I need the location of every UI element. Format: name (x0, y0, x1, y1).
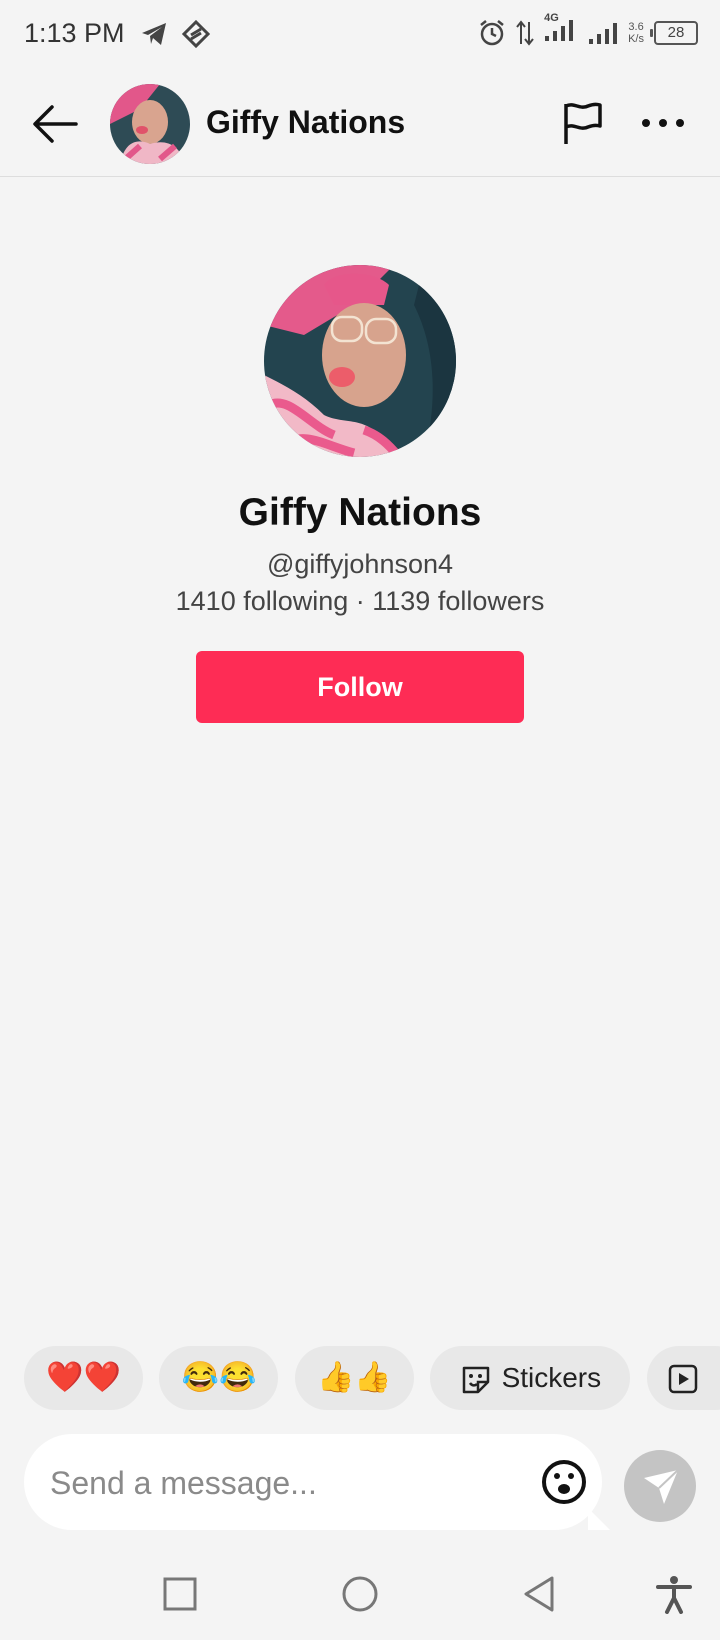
status-time: 1:13 PM (24, 18, 125, 48)
send-icon (644, 1469, 679, 1504)
follow-button[interactable]: Follow (196, 651, 524, 723)
stickers-button[interactable]: Stickers (430, 1346, 631, 1410)
recents-square-icon[interactable] (160, 1574, 200, 1614)
quick-reply-laugh[interactable]: 😂😂 (159, 1346, 279, 1410)
signal-icon-2 (589, 22, 618, 44)
app-icon (182, 20, 210, 48)
back-triangle-icon[interactable] (520, 1574, 560, 1614)
emoji-icon[interactable] (540, 1458, 588, 1506)
telegram-icon (142, 23, 166, 45)
accessibility-icon[interactable] (654, 1574, 694, 1614)
play-icon (668, 1364, 698, 1394)
profile-stats: 1410 following · 1139 followers (175, 586, 545, 616)
system-nav-bar (0, 1556, 720, 1640)
data-arrows-icon (516, 19, 534, 46)
home-circle-icon[interactable] (340, 1574, 380, 1614)
profile-avatar[interactable] (264, 265, 456, 457)
alarm-icon (480, 19, 504, 45)
back-arrow-icon[interactable] (30, 102, 80, 146)
send-button[interactable] (624, 1450, 696, 1522)
video-chip-button[interactable] (646, 1346, 720, 1410)
profile-name: Giffy Nations (238, 491, 482, 534)
quick-reply-row: ❤️❤️ 😂😂 👍👍 Stickers (24, 1346, 720, 1410)
more-icon[interactable] (640, 108, 686, 138)
avatar[interactable] (110, 84, 190, 164)
quick-reply-hearts[interactable]: ❤️❤️ (24, 1346, 143, 1410)
status-bar: 1:13 PM 4G 3.6 K/s 28 (0, 0, 720, 72)
network-type: 4G (544, 12, 559, 24)
message-composer (24, 1434, 602, 1530)
stickers-label: Stickers (501, 1362, 602, 1393)
profile-card: Giffy Nations @giffyjohnson4 1410 follow… (0, 265, 720, 723)
profile-handle: @giffyjohnson4 (266, 549, 454, 579)
header-title: Giffy Nations (206, 104, 406, 140)
flag-icon[interactable] (560, 100, 606, 146)
quick-reply-thumbs[interactable]: 👍👍 (294, 1346, 414, 1410)
chat-header: Giffy Nations (0, 72, 720, 177)
sticker-icon (462, 1366, 489, 1393)
message-input[interactable] (48, 1454, 512, 1512)
net-speed: 3.6 K/s (628, 20, 644, 45)
battery-icon: 28 (650, 20, 698, 45)
